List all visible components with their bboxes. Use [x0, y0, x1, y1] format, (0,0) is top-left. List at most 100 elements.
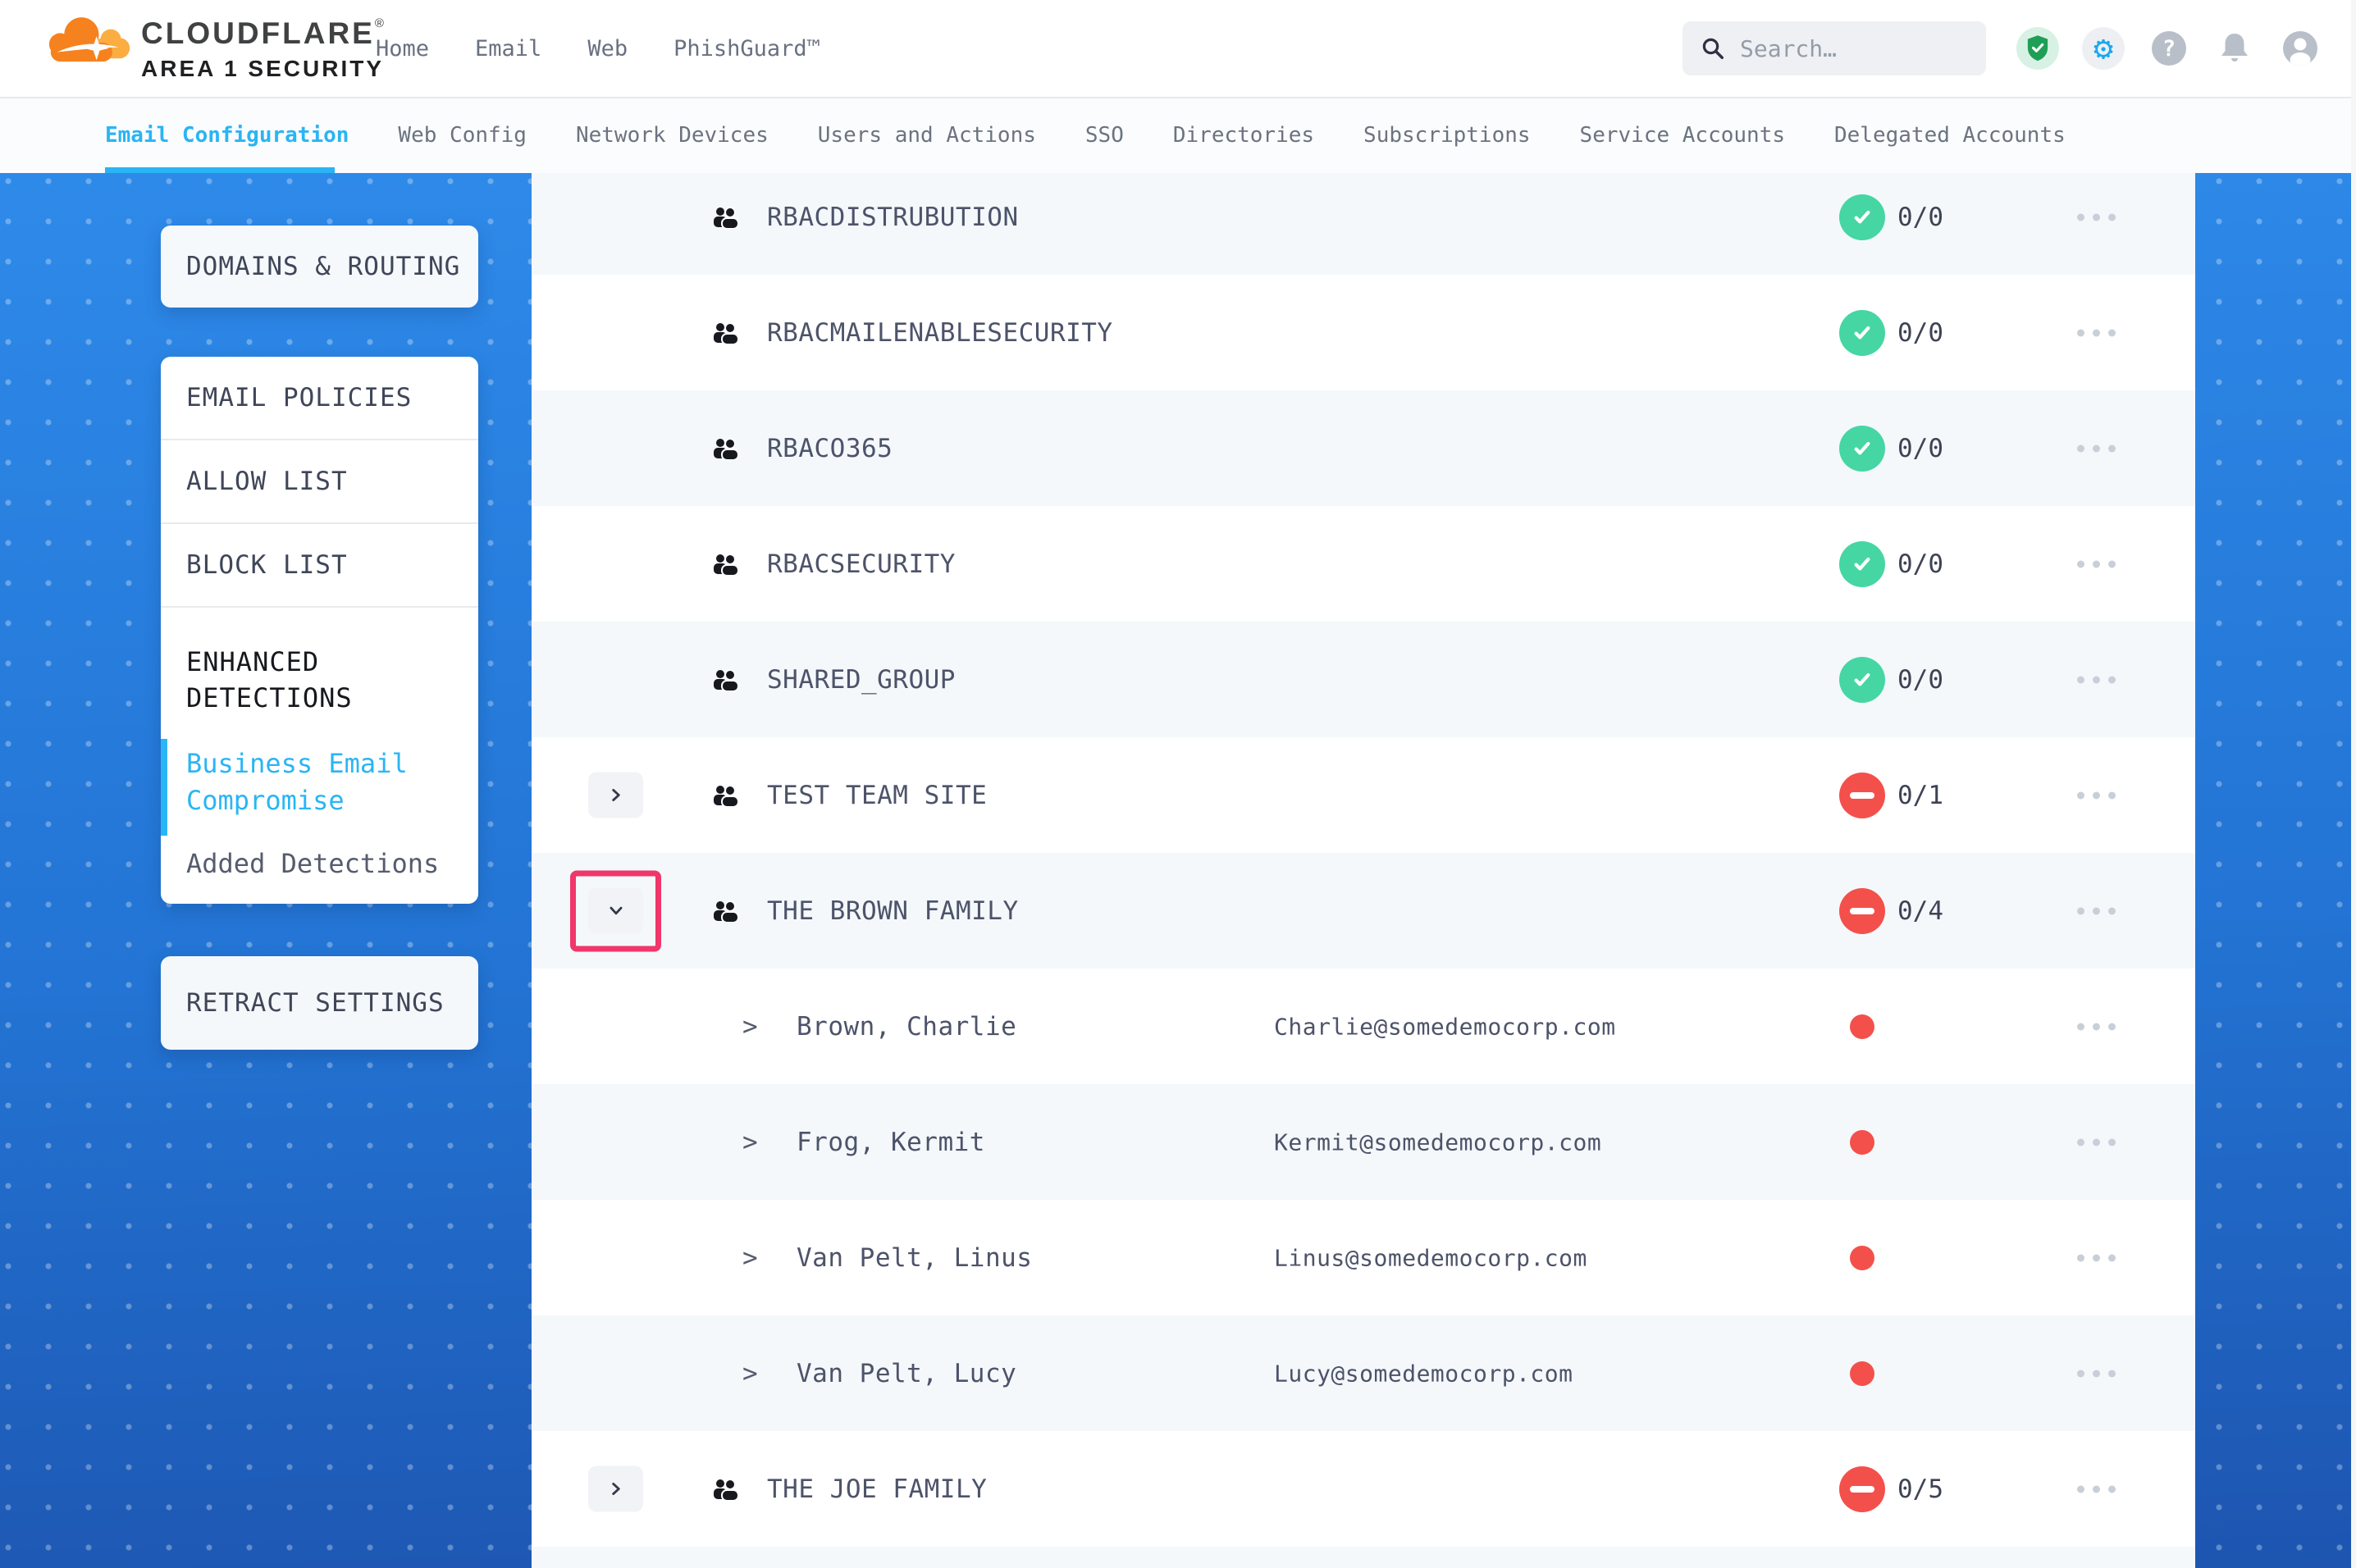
app-window: CLOUDFLARE® AREA 1 SECURITY Home Email Web… — [0, 0, 2356, 1568]
sidebar-item-added-detections[interactable]: Added Detections — [186, 846, 454, 882]
row-menu-button[interactable] — [2077, 444, 2116, 452]
sidebar-item-email-policies[interactable]: EMAIL POLICIES — [161, 357, 478, 440]
group-name: RBACSECURITY — [767, 549, 956, 579]
sidebar-item-domains-routing[interactable]: DOMAINS & ROUTING — [161, 252, 460, 281]
expander-wrap — [570, 754, 661, 836]
sidebar-item-business-email-compromise[interactable]: Business Email Compromise — [186, 745, 454, 819]
shield-check-icon[interactable] — [2016, 27, 2059, 70]
search-box[interactable] — [1683, 21, 1986, 75]
member-count: 0/1 — [1897, 781, 1943, 810]
status-enabled-icon — [1839, 426, 1885, 472]
tab-sso[interactable]: SSO — [1085, 123, 1124, 148]
status-dot-icon — [1850, 1130, 1874, 1155]
annotation-highlight-box — [570, 870, 661, 951]
help-icon[interactable]: ? — [2148, 27, 2190, 70]
member-count: 0/0 — [1897, 549, 1943, 579]
group-name: RBACDISTRUBUTION — [767, 203, 1019, 232]
search-icon — [1701, 36, 1725, 61]
group-name: RBACMAILENABLESECURITY — [767, 318, 1113, 348]
table-row: THE BROWN FAMILY0/4 — [532, 853, 2195, 969]
row-menu-button[interactable] — [2077, 213, 2116, 221]
tab-web-config[interactable]: Web Config — [398, 123, 527, 148]
group-icon — [712, 553, 740, 576]
top-nav-item-home[interactable]: Home — [376, 36, 429, 62]
collapse-group-button[interactable] — [588, 888, 643, 934]
tab-users-and-actions[interactable]: Users and Actions — [818, 123, 1036, 148]
sidebar-item-allow-list[interactable]: ALLOW LIST — [161, 440, 478, 524]
expand-group-button[interactable] — [588, 1466, 643, 1512]
config-tabs: Email Configuration Web Config Network Dev… — [105, 97, 2066, 173]
enhanced-detections-section: ENHANCED DETECTIONS Business Email Compr… — [161, 608, 478, 882]
sidebar-item-label: Added Detections — [186, 848, 439, 879]
sidebar-item-label: Business Email Compromise — [186, 748, 408, 816]
sidebar-item-block-list[interactable]: BLOCK LIST — [161, 524, 478, 608]
group-icon — [712, 784, 740, 807]
row-menu-button[interactable] — [2077, 1254, 2116, 1261]
brand-text: CLOUDFLARE® AREA 1 SECURITY — [141, 16, 384, 82]
top-header: CLOUDFLARE® AREA 1 SECURITY Home Email Web… — [0, 0, 2356, 98]
top-nav-item-email[interactable]: Email — [475, 36, 541, 62]
row-menu-button[interactable] — [2077, 1023, 2116, 1030]
child-chevron-icon: > — [742, 1359, 758, 1388]
top-nav-item-web[interactable]: Web — [587, 36, 628, 62]
group-name: RBACO365 — [767, 434, 893, 463]
row-menu-button[interactable] — [2077, 676, 2116, 683]
tab-subscriptions[interactable]: Subscriptions — [1363, 123, 1531, 148]
sidebar-heading-enhanced-detections: ENHANCED DETECTIONS — [186, 644, 408, 716]
cloudflare-logo-icon — [46, 10, 133, 75]
table-row: RBACMAILENABLESECURITY0/0 — [532, 275, 2195, 390]
svg-text:?: ? — [2162, 36, 2176, 62]
gear-icon[interactable]: ⚙ — [2082, 27, 2125, 70]
row-menu-button[interactable] — [2077, 1485, 2116, 1493]
sidebar-card-policies: EMAIL POLICIESALLOW LISTBLOCK LIST ENHAN… — [161, 357, 478, 904]
child-chevron-icon: > — [742, 1128, 758, 1157]
tab-delegated-accounts[interactable]: Delegated Accounts — [1834, 123, 2066, 148]
bell-icon[interactable] — [2213, 27, 2256, 70]
row-menu-button[interactable] — [2077, 1370, 2116, 1377]
active-item-bar — [161, 739, 167, 836]
header-icon-cluster: ⚙ ? — [2016, 27, 2322, 70]
page-scrollbar[interactable] — [2351, 0, 2356, 1568]
groups-table-rows: RBACDISTRUBUTION 0/0 RBACMAILENABLESECURIT… — [532, 173, 2195, 1568]
group-name: THE BROWN FAMILY — [767, 896, 1019, 926]
row-menu-button[interactable] — [2077, 560, 2116, 567]
group-icon — [712, 321, 740, 344]
status-enabled-icon — [1839, 194, 1885, 240]
top-nav-item-phishguard[interactable]: PhishGuard™ — [673, 36, 820, 62]
top-nav: Home Email Web PhishGuard™ — [376, 0, 820, 97]
table-row: TEST TEAM SITE 0/1 — [532, 737, 2195, 853]
expander-wrap — [570, 1448, 661, 1529]
table-row: RBACO3650/0 — [532, 390, 2195, 506]
tab-network-devices[interactable]: Network Devices — [576, 123, 769, 148]
row-menu-button[interactable] — [2077, 1138, 2116, 1146]
expand-group-button[interactable] — [588, 773, 643, 818]
sidebar-card-retract-settings[interactable]: RETRACT SETTINGS — [161, 956, 478, 1050]
row-menu-button[interactable] — [2077, 791, 2116, 799]
member-count: 0/0 — [1897, 203, 1943, 232]
user-email: Kermit@somedemocorp.com — [1274, 1128, 1601, 1155]
sidebar-item-retract-settings[interactable]: RETRACT SETTINGS — [161, 988, 445, 1018]
search-input[interactable] — [1738, 34, 1963, 63]
group-icon — [712, 1478, 740, 1501]
user-email: Lucy@somedemocorp.com — [1274, 1360, 1573, 1387]
group-name: SHARED_GROUP — [767, 665, 956, 695]
row-menu-button[interactable] — [2077, 907, 2116, 914]
row-menu-button[interactable] — [2077, 329, 2116, 336]
brand-subtitle: AREA 1 SECURITY — [141, 56, 384, 82]
table-row: SHARED_GROUP 0/0 — [532, 622, 2195, 737]
sidebar-card-domains-routing[interactable]: DOMAINS & ROUTING — [161, 226, 478, 308]
tab-directories[interactable]: Directories — [1173, 123, 1314, 148]
status-blocked-icon — [1839, 1466, 1885, 1512]
account-icon[interactable] — [2279, 27, 2322, 70]
user-name: Van Pelt, Lucy — [797, 1359, 1016, 1388]
config-tabs-bar: Email Configuration Web Config Network Dev… — [0, 97, 2356, 173]
brand-name: CLOUDFLARE — [141, 16, 375, 50]
tab-email-configuration[interactable]: Email Configuration — [105, 123, 349, 148]
group-icon — [712, 437, 740, 460]
tab-service-accounts[interactable]: Service Accounts — [1580, 123, 1785, 148]
table-row: RBACDISTRUBUTION 0/0 — [532, 173, 2195, 275]
member-count: 0/0 — [1897, 665, 1943, 695]
group-icon — [712, 668, 740, 691]
group-icon — [712, 900, 740, 923]
group-name: TEST TEAM SITE — [767, 781, 987, 810]
